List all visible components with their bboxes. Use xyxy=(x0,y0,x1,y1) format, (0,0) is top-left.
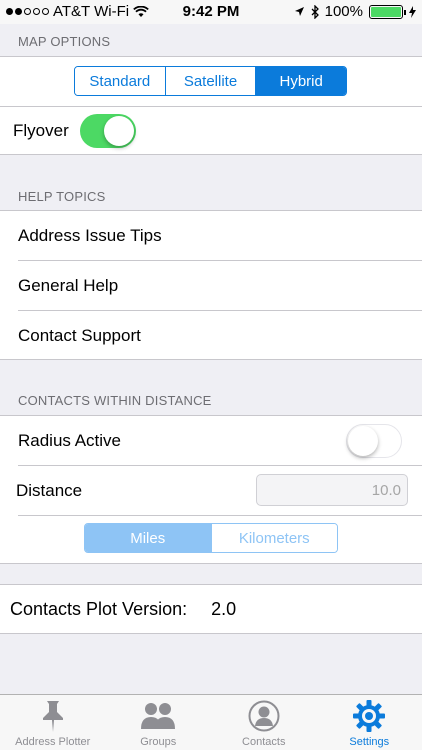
pushpin-icon xyxy=(42,701,63,732)
segment-satellite[interactable]: Satellite xyxy=(165,67,257,95)
distance-units-segmented-control: Miles Kilometers xyxy=(84,523,338,553)
tab-bar: Address Plotter Groups Contacts Settings xyxy=(0,694,422,750)
flyover-label: Flyover xyxy=(13,121,69,140)
segment-standard[interactable]: Standard xyxy=(75,67,166,95)
location-arrow-icon xyxy=(294,7,304,16)
help-topics-group: Address Issue Tips General Help Contact … xyxy=(0,210,422,360)
map-options-group: Standard Satellite Hybrid Flyover xyxy=(0,56,422,155)
battery-percent: 100% xyxy=(324,3,363,20)
radius-active-toggle[interactable] xyxy=(346,424,402,458)
tab-contacts[interactable]: Contacts xyxy=(211,695,317,750)
tab-groups[interactable]: Groups xyxy=(106,695,212,750)
groups-icon xyxy=(141,703,176,729)
section-header-map-options: MAP OPTIONS xyxy=(18,34,111,49)
radius-active-label: Radius Active xyxy=(18,430,121,450)
section-header-contacts-within-distance: CONTACTS WITHIN DISTANCE xyxy=(18,393,212,408)
help-item-address-issue-tips[interactable]: Address Issue Tips xyxy=(0,211,422,260)
version-group: Contacts Plot Version: 2.0 xyxy=(0,584,422,634)
version-label: Contacts Plot Version: xyxy=(10,598,188,619)
distance-label: Distance xyxy=(16,480,83,500)
tab-address-plotter[interactable]: Address Plotter xyxy=(0,695,106,750)
segment-miles[interactable]: Miles xyxy=(85,524,212,552)
status-bar: AT&T Wi-Fi 9:42 PM 100% xyxy=(0,0,422,24)
flyover-row: Flyover xyxy=(0,107,422,155)
bluetooth-icon xyxy=(311,4,319,19)
flyover-toggle[interactable] xyxy=(80,114,136,148)
segment-kilometers[interactable]: Kilometers xyxy=(211,524,337,552)
version-row: Contacts Plot Version: 2.0 xyxy=(0,585,422,633)
map-type-segmented-control: Standard Satellite Hybrid xyxy=(74,66,347,96)
charging-bolt-icon xyxy=(409,5,416,18)
battery-icon xyxy=(369,4,406,19)
help-item-contact-support[interactable]: Contact Support xyxy=(0,311,422,360)
version-value: 2.0 xyxy=(211,598,237,619)
contact-icon xyxy=(248,700,280,732)
gear-icon xyxy=(353,700,386,732)
distance-input[interactable]: 10.0 xyxy=(256,474,408,506)
segment-hybrid[interactable]: Hybrid xyxy=(256,67,346,95)
contacts-distance-group: Radius Active Distance 10.0 Miles Kilome… xyxy=(0,415,422,564)
tab-settings[interactable]: Settings xyxy=(317,695,422,750)
section-header-help-topics: HELP TOPICS xyxy=(18,189,106,204)
help-item-general-help[interactable]: General Help xyxy=(0,261,422,310)
